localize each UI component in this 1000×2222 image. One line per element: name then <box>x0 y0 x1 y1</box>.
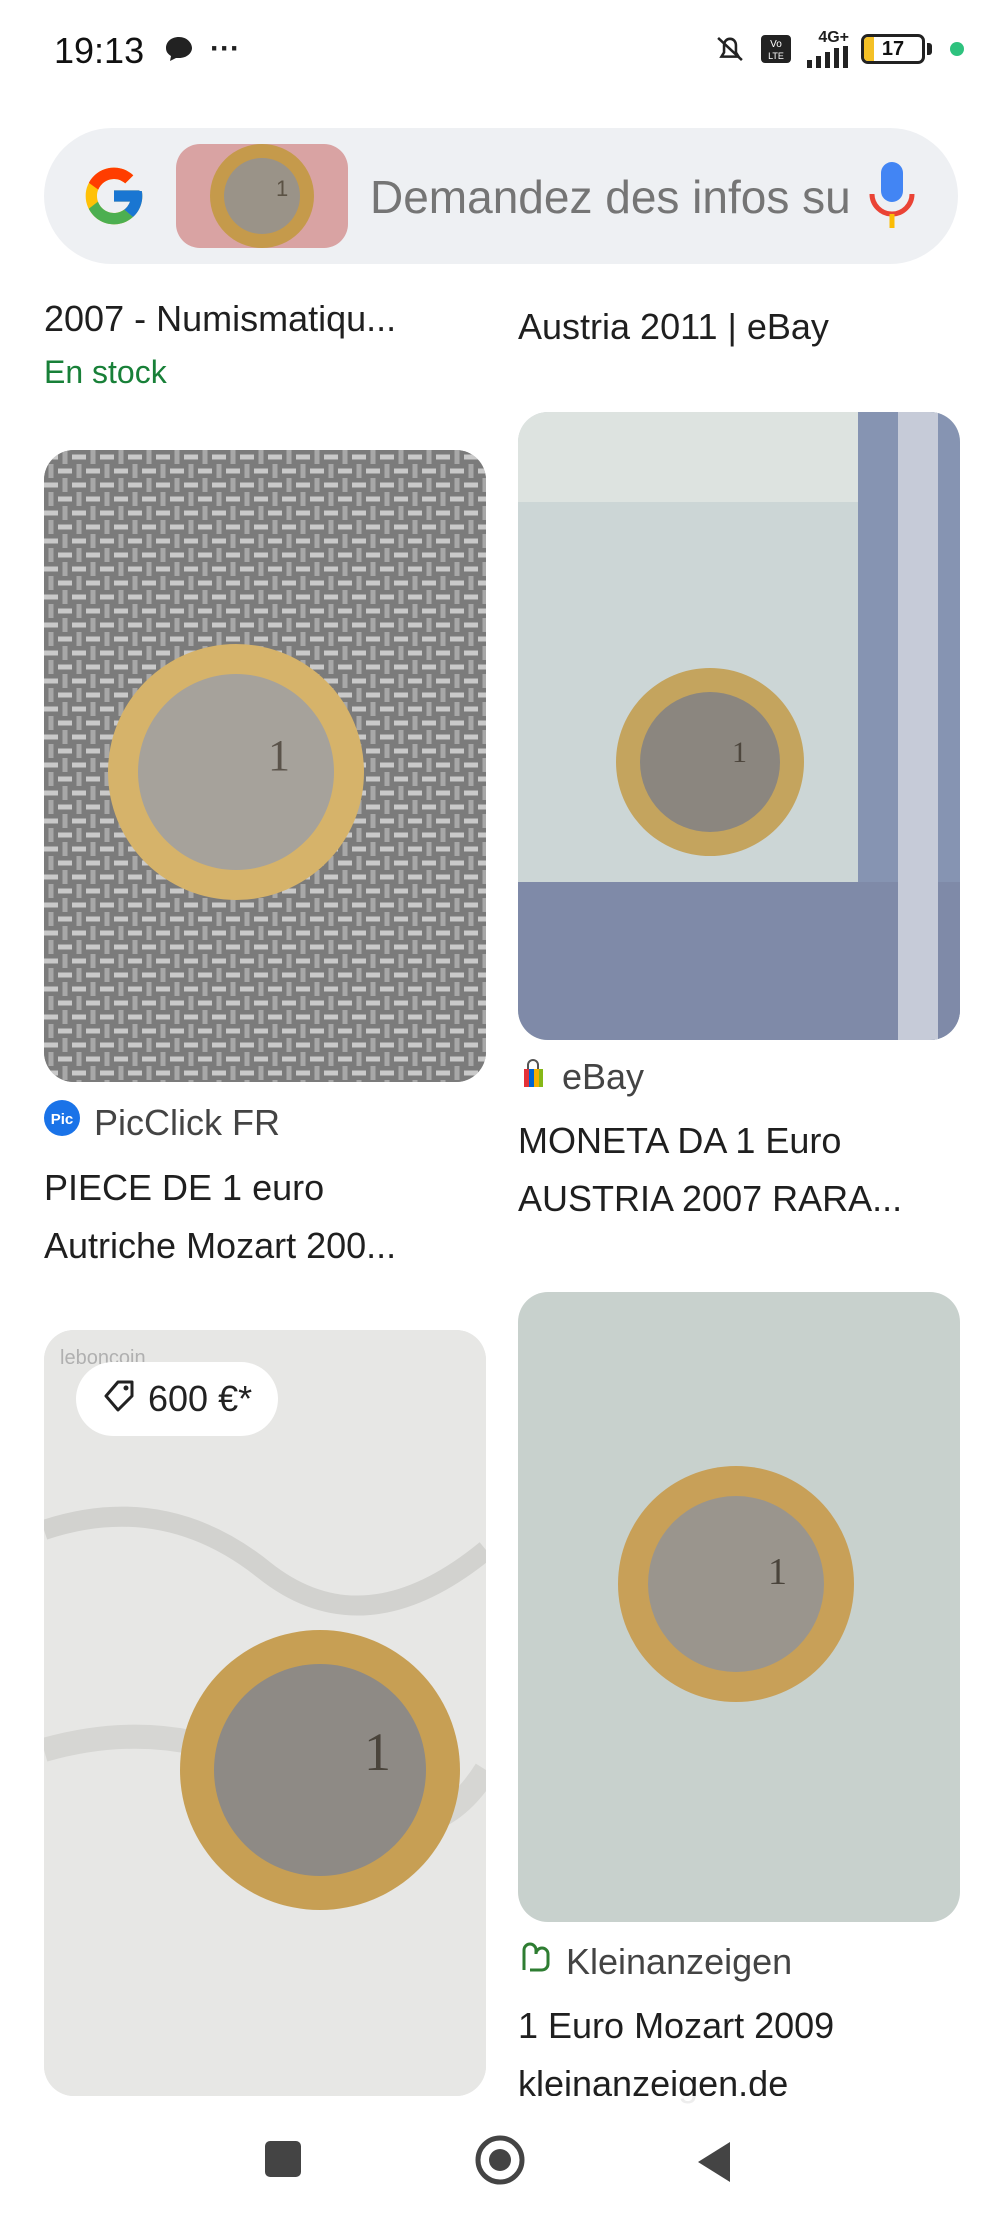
system-nav-bar <box>0 2096 1000 2222</box>
more-dots: ··· <box>210 32 240 65</box>
result-title-line1[interactable]: PIECE DE 1 euro <box>44 1159 486 1217</box>
privacy-indicator-dot <box>950 42 964 56</box>
result-title-line1[interactable]: 1 Euro Mozart 2009 <box>518 1997 960 2055</box>
result-image[interactable]: leboncoin 1 600 €* <box>44 1330 486 2096</box>
picclick-logo-icon: Pic <box>44 1100 80 1145</box>
result-title-line2[interactable]: AUSTRIA 2007 RARA... <box>518 1170 960 1228</box>
google-g-icon[interactable] <box>80 162 148 230</box>
battery-icon: 17 <box>861 34 932 64</box>
source-row[interactable]: eBay <box>518 1056 960 1098</box>
back-button[interactable] <box>694 2140 734 2189</box>
chat-bubble-icon <box>162 32 196 66</box>
result-title[interactable]: Austria 2011 | eBay <box>518 298 960 356</box>
result-card-picclick[interactable]: Pic PicClick FR PIECE DE 1 euro Autriche… <box>44 1100 486 1275</box>
result-title[interactable]: 2007 - Numismatiqu... <box>44 290 486 348</box>
source-name: PicClick FR <box>94 1101 280 1143</box>
result-title-line2[interactable]: Autriche Mozart 200... <box>44 1217 486 1275</box>
battery-fill <box>864 37 874 61</box>
signal-icon: 4G+ <box>805 30 849 68</box>
svg-text:1: 1 <box>276 176 288 201</box>
microphone-icon[interactable] <box>862 158 922 234</box>
source-name: eBay <box>562 1056 645 1097</box>
result-top-left[interactable]: 2007 - Numismatiqu... En stock <box>44 290 486 391</box>
status-bar: 19:13 ··· Vo LTE 4G+ 17 <box>0 0 1000 100</box>
recents-button[interactable] <box>264 2140 302 2183</box>
svg-text:Pic: Pic <box>51 1111 74 1128</box>
volte-icon: Vo LTE <box>759 32 793 66</box>
search-input[interactable] <box>370 170 860 224</box>
result-image[interactable]: 1 <box>518 1292 960 1922</box>
source-row[interactable]: Kleinanzeigen <box>518 1940 960 1983</box>
result-card-ebay[interactable]: eBay MONETA DA 1 Euro AUSTRIA 2007 RARA.… <box>518 1056 960 1228</box>
stock-status: En stock <box>44 354 167 390</box>
price-tag[interactable]: 600 €* <box>76 1362 279 1436</box>
result-image[interactable]: 1 <box>518 412 960 1040</box>
kleinanzeigen-logo-icon <box>518 1940 552 1983</box>
svg-text:LTE: LTE <box>768 51 784 61</box>
result-top-right[interactable]: Austria 2011 | eBay <box>518 298 960 356</box>
svg-text:Vo: Vo <box>770 39 782 50</box>
svg-text:1: 1 <box>364 1722 391 1782</box>
status-right-icons: Vo LTE 4G+ 17 <box>713 30 964 68</box>
mute-icon <box>713 32 747 66</box>
ebay-bag-icon <box>518 1056 548 1098</box>
result-image[interactable]: 1 <box>44 450 486 1082</box>
tag-icon <box>102 1378 136 1421</box>
source-row[interactable]: Pic PicClick FR <box>44 1100 486 1145</box>
status-left-icons: ··· <box>162 32 240 66</box>
svg-text:1: 1 <box>768 1551 787 1593</box>
search-image-thumbnail[interactable]: 1 <box>176 144 348 248</box>
battery-level: 17 <box>881 38 905 60</box>
source-name: Kleinanzeigen <box>566 1940 793 1982</box>
search-bar[interactable]: 1 <box>44 128 958 264</box>
svg-text:1: 1 <box>268 731 290 780</box>
svg-text:1: 1 <box>732 736 747 769</box>
result-card-kleinanzeigen[interactable]: Kleinanzeigen 1 Euro Mozart 2009 kleinan… <box>518 1940 960 2113</box>
home-button[interactable] <box>474 2134 526 2191</box>
network-label: 4G+ <box>818 29 849 46</box>
result-title-line1[interactable]: MONETA DA 1 Euro <box>518 1112 960 1170</box>
price-value: 600 €* <box>148 1378 253 1419</box>
status-time: 19:13 <box>54 30 145 71</box>
